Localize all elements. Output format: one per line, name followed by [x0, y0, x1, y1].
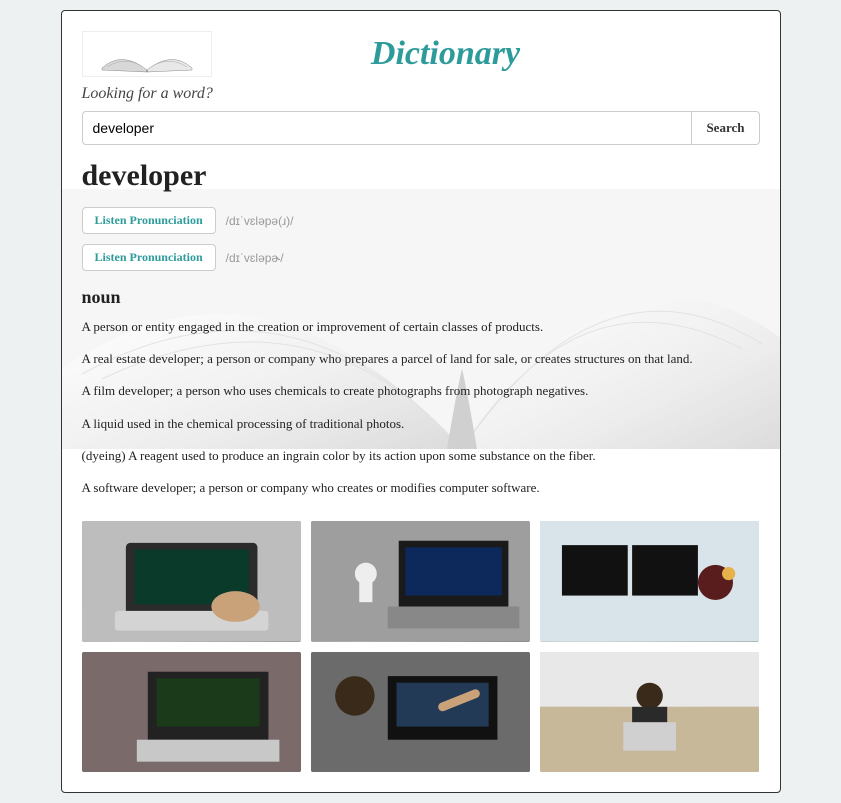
- word-title: developer: [82, 159, 760, 193]
- search-button[interactable]: Search: [691, 111, 759, 145]
- definition: A liquid used in the chemical processing…: [82, 415, 760, 433]
- result-image: [311, 652, 530, 773]
- definition: A real estate developer; a person or com…: [82, 350, 760, 368]
- part-of-speech: noun: [82, 287, 760, 308]
- result-image: [82, 521, 301, 642]
- result-image: [82, 652, 301, 773]
- tagline: Looking for a word?: [62, 85, 780, 111]
- pronunciation-row-0: Listen Pronunciation /dɪˈvɛləpə(ɹ)/: [82, 207, 760, 234]
- logo: [82, 31, 212, 77]
- listen-pronunciation-button[interactable]: Listen Pronunciation: [82, 244, 216, 271]
- header: Dictionary: [62, 11, 780, 85]
- ipa-text: /dɪˈvɛləpə(ɹ)/: [226, 214, 294, 228]
- definition: A person or entity engaged in the creati…: [82, 318, 760, 336]
- search-input[interactable]: [82, 111, 692, 145]
- definition: A film developer; a person who uses chem…: [82, 382, 760, 400]
- result-image: [540, 652, 759, 773]
- open-book-icon: [97, 40, 197, 74]
- definition: A software developer; a person or compan…: [82, 479, 760, 497]
- result-image: [540, 521, 759, 642]
- listen-pronunciation-button[interactable]: Listen Pronunciation: [82, 207, 216, 234]
- definition: (dyeing) A reagent used to produce an in…: [82, 447, 760, 465]
- app-container: Dictionary Looking for a word? Search: [61, 10, 781, 793]
- result-image: [311, 521, 530, 642]
- ipa-text: /dɪˈvɛləpɚ/: [226, 251, 284, 265]
- search-bar: Search: [82, 111, 760, 145]
- image-grid: [62, 511, 780, 772]
- pronunciation-row-1: Listen Pronunciation /dɪˈvɛləpɚ/: [82, 244, 760, 271]
- word-area: developer Listen Pronunciation /dɪˈvɛləp…: [62, 159, 780, 497]
- brand-title: Dictionary: [212, 35, 760, 73]
